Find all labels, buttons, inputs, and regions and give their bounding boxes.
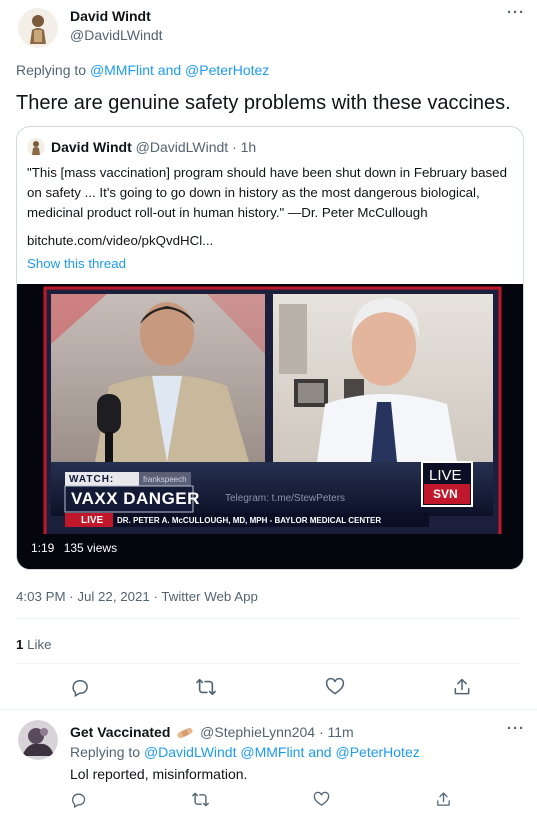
video-lower-third: DR. PETER A. McCULLOUGH, MD, MPH - BAYLO… (117, 516, 382, 525)
author-avatar[interactable] (18, 8, 58, 48)
author-handle[interactable]: @DavidLWindt (70, 27, 163, 43)
video-views: 135 views (63, 541, 118, 555)
reply-text: Lol reported, misinformation. (70, 766, 248, 782)
video-watch-label: WATCH: (69, 474, 115, 485)
quoted-text-line: medicinal product roll-out in human hist… (27, 205, 428, 220)
reply-replying-to: Replying to @DavidLWindt @MMFlint and @P… (70, 744, 420, 760)
likes-row[interactable]: 1 Like (16, 637, 52, 652)
replying-to-label: Replying to (16, 62, 90, 78)
quoted-time: · 1h (232, 139, 257, 155)
reply-avatar[interactable] (18, 720, 58, 760)
quoted-tweet[interactable]: David Windt @DavidLWindt · 1h "This [mas… (16, 126, 524, 570)
reply-icon[interactable] (70, 677, 90, 697)
quoted-avatar (27, 138, 45, 156)
video-live-tag: LIVE (81, 515, 104, 526)
reply-replying-to-users[interactable]: @DavidLWindt @MMFlint and @PeterHotez (144, 744, 420, 760)
quoted-author-handle: @DavidLWindt (135, 139, 229, 155)
reply-reply-icon[interactable] (70, 791, 87, 808)
divider (16, 618, 521, 619)
video-player[interactable]: WATCH: frankspeech VAXX DANGER LIVE DR. … (17, 284, 523, 569)
reply-time[interactable]: · 11m (319, 724, 354, 740)
video-duration: 1:19 (31, 541, 55, 555)
retweet-icon[interactable] (195, 677, 217, 697)
tweet-text: There are genuine safety problems with t… (16, 92, 511, 114)
share-icon[interactable] (452, 677, 472, 697)
reply-share-icon[interactable] (435, 791, 452, 808)
author-name[interactable]: David Windt (70, 8, 151, 24)
quoted-text-line: on safety ... It's going to go down in h… (27, 185, 480, 200)
tweet-meta[interactable]: 4:03 PM · Jul 22, 2021 · Twitter Web App (16, 589, 258, 604)
divider (0, 709, 537, 710)
quoted-text: "This [mass vaccination] program should … (27, 163, 507, 223)
reply-author-handle[interactable]: @StephieLynn204 (200, 724, 315, 740)
video-frame (17, 286, 523, 569)
video-watch-sub: frankspeech (143, 475, 187, 484)
reply-header: Get Vaccinated @StephieLynn204 · 11m (70, 724, 354, 742)
video-live-logo-top: LIVE (429, 467, 462, 484)
quoted-header: David Windt @DavidLWindt · 1h (51, 139, 256, 155)
quoted-author-name: David Windt (51, 139, 132, 155)
reply-author-name[interactable]: Get Vaccinated (70, 724, 170, 740)
video-stats: 1:19 135 views (31, 541, 117, 555)
reply-avatar-image (18, 720, 58, 760)
video-live-logo-bottom: SVN (433, 487, 458, 501)
likes-label: Like (23, 637, 52, 652)
more-icon[interactable]: ··· (507, 4, 525, 21)
reply-replying-to-label: Replying to (70, 744, 144, 760)
reply-more-icon[interactable]: ··· (507, 720, 525, 737)
divider (16, 663, 521, 664)
reply-like-icon[interactable] (313, 791, 330, 808)
replying-to: Replying to @MMFlint and @PeterHotez (16, 62, 269, 78)
replying-to-users[interactable]: @MMFlint and @PeterHotez (90, 62, 269, 78)
like-icon[interactable] (325, 677, 345, 697)
quoted-link[interactable]: bitchute.com/video/pkQvdHCl... (27, 233, 213, 248)
author-avatar-image (18, 8, 58, 48)
reply-retweet-icon[interactable] (191, 791, 210, 808)
video-telegram: Telegram: t.me/StewPeters (225, 493, 346, 504)
bandage-emoji-icon (176, 726, 194, 742)
quoted-text-line: "This [mass vaccination] program should … (27, 165, 507, 180)
video-headline: VAXX DANGER (71, 489, 200, 508)
show-thread-link[interactable]: Show this thread (27, 256, 126, 271)
